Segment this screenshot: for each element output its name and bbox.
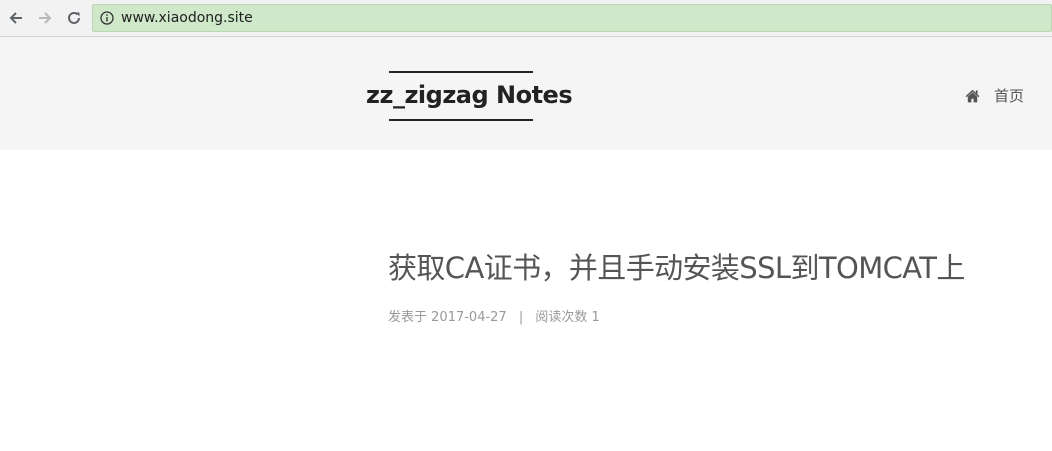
- post: 获取CA证书，并且手动安装SSL到TOMCAT上 发表于 2017-04-27 …: [388, 245, 1052, 327]
- address-bar[interactable]: www.xiaodong.site: [92, 4, 1052, 32]
- forward-arrow-icon: [39, 12, 52, 24]
- brand-bottom-rule: [389, 119, 533, 121]
- views-prefix: 阅读次数: [535, 310, 588, 325]
- meta-divider: |: [518, 310, 524, 325]
- reload-button[interactable]: [63, 7, 85, 29]
- post-meta: 发表于 2017-04-27 | 阅读次数 1: [388, 309, 1052, 327]
- reload-icon: [68, 11, 80, 24]
- post-date: 2017-04-27: [431, 310, 507, 325]
- post-title[interactable]: 获取CA证书，并且手动安装SSL到TOMCAT上: [388, 245, 1052, 291]
- back-button[interactable]: [5, 7, 27, 29]
- home-icon: [965, 89, 980, 103]
- browser-toolbar: www.xiaodong.site: [0, 0, 1052, 37]
- views-count: 1: [591, 310, 600, 325]
- site-title[interactable]: zz_zigzag Notes: [366, 80, 573, 110]
- menu-item-home-label[interactable]: 首页: [994, 86, 1024, 106]
- brand-top-rule: [389, 71, 533, 73]
- url-text[interactable]: www.xiaodong.site: [121, 9, 253, 27]
- menu-item-home[interactable]: 首页: [965, 86, 1024, 106]
- site-brand[interactable]: zz_zigzag Notes: [366, 71, 573, 121]
- forward-button[interactable]: [34, 7, 56, 29]
- posted-prefix: 发表于: [388, 310, 428, 325]
- info-icon[interactable]: [100, 11, 114, 25]
- site-header: zz_zigzag Notes 首页: [0, 37, 1052, 150]
- back-arrow-icon: [9, 12, 22, 24]
